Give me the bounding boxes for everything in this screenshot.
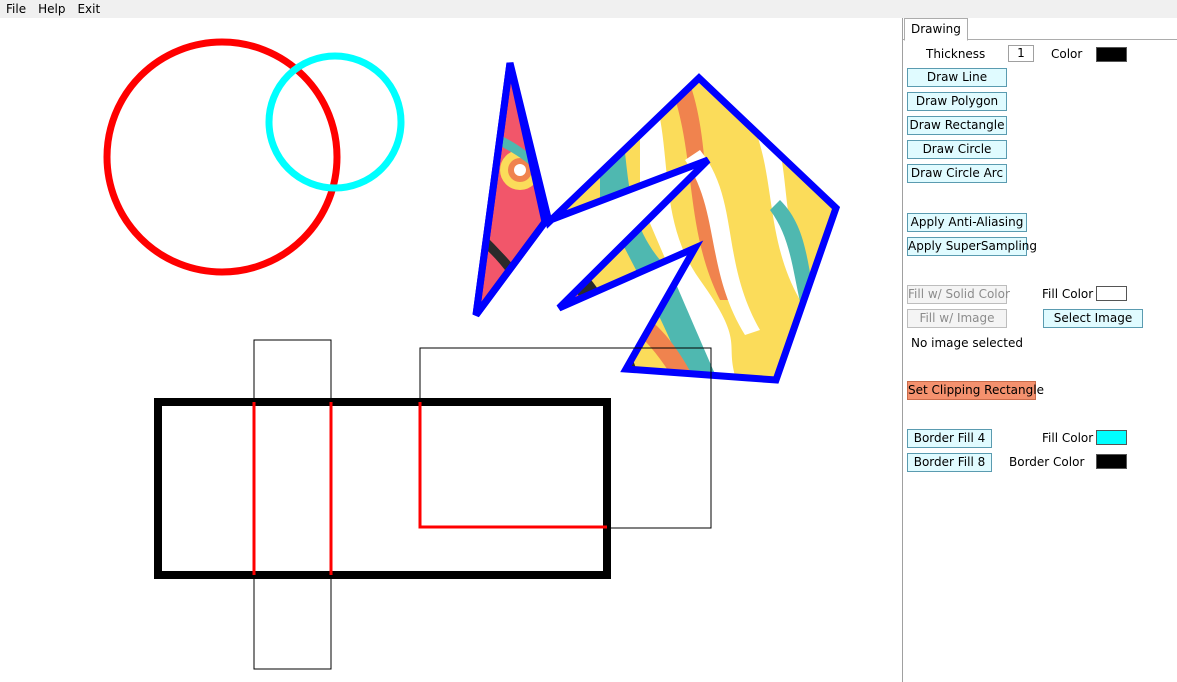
select-image-button[interactable]: Select Image: [1043, 309, 1143, 328]
draw-rectangle-button[interactable]: Draw Rectangle: [907, 116, 1007, 135]
drawing-canvas[interactable]: [0, 18, 902, 682]
tool-panel: Drawing Thickness 1 Color Draw Line Draw…: [902, 18, 1177, 682]
image-status-text: No image selected: [911, 336, 1023, 350]
border-fill-8-button[interactable]: Border Fill 8: [907, 453, 992, 472]
clip-rect-vertical: [253, 339, 332, 670]
border-color-label: Border Color: [1009, 455, 1085, 469]
black-rectangle: [154, 398, 611, 579]
color-label: Color: [1051, 47, 1083, 61]
anti-aliasing-button[interactable]: Apply Anti-Aliasing: [907, 213, 1027, 232]
red-clip-line-3: [418, 402, 607, 529]
border-fill-color-label: Fill Color: [1042, 431, 1094, 445]
draw-line-button[interactable]: Draw Line: [907, 68, 1007, 87]
border-color-swatch[interactable]: [1096, 454, 1127, 469]
set-clipping-rectangle-button[interactable]: Set Clipping Rectangle: [907, 381, 1044, 400]
tab-drawing[interactable]: Drawing: [904, 18, 968, 41]
fill-color-swatch[interactable]: [1096, 286, 1127, 301]
canvas-svg: [103, 38, 841, 670]
fill-color-label: Fill Color: [1042, 287, 1094, 301]
fill-image-button[interactable]: Fill w/ Image: [907, 309, 1007, 328]
tab-strip: Drawing: [903, 18, 1177, 41]
border-fill-color-swatch[interactable]: [1096, 430, 1127, 445]
red-circle: [103, 38, 341, 276]
fill-solid-button[interactable]: Fill w/ Solid Color: [907, 285, 1010, 304]
thickness-input[interactable]: 1: [1008, 45, 1034, 62]
draw-circle-arc-button[interactable]: Draw Circle Arc: [907, 164, 1007, 183]
border-fill-4-button[interactable]: Border Fill 4: [907, 429, 992, 448]
thickness-label: Thickness: [926, 47, 986, 61]
supersampling-button[interactable]: Apply SuperSampling: [907, 237, 1037, 256]
color-swatch[interactable]: [1096, 47, 1127, 62]
draw-polygon-button[interactable]: Draw Polygon: [907, 92, 1007, 111]
draw-circle-button[interactable]: Draw Circle: [907, 140, 1007, 159]
